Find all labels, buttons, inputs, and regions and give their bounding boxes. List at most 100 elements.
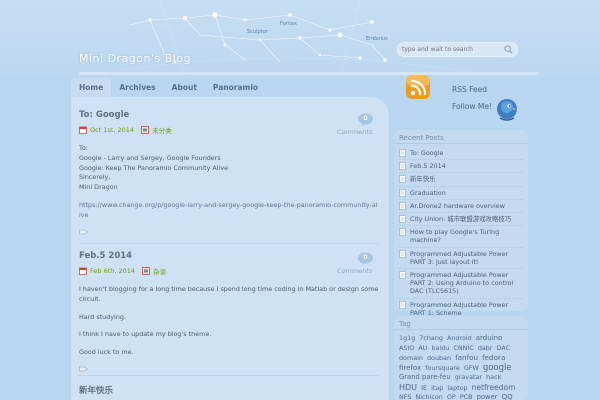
recent-post-link[interactable]: Programmed Adjustable Power PART 3: just…	[410, 250, 523, 266]
comments-link[interactable]: Comments	[337, 128, 372, 136]
recent-post-item[interactable]: Programmed Adjustable Power PART 2: Usin…	[399, 269, 523, 299]
recent-post-link[interactable]: 新年快乐	[410, 175, 436, 183]
post-title[interactable]: To: Google	[79, 110, 379, 120]
tag-link[interactable]: Grand pare-feu	[399, 373, 451, 381]
nav-about[interactable]: About	[164, 78, 205, 97]
recent-post-item[interactable]: Programmed Adjustable Power PART 3: just…	[399, 248, 523, 270]
body-line: Google: Keep The Panoramio Community Ali…	[79, 163, 229, 172]
body-paragraph: Hard studying.	[79, 312, 126, 321]
nav-archives[interactable]: Archives	[111, 78, 163, 97]
blog-title[interactable]: Mini Dragon's Blog	[79, 52, 191, 65]
rss-feed-link[interactable]: RSS Feed	[452, 85, 487, 94]
site-header: Sculptor Fornax Eridanus Mini Dragon's B…	[0, 0, 600, 78]
tag-link[interactable]: google	[483, 363, 512, 373]
recent-post-item[interactable]: Ar.Drone2 hardware overview	[399, 200, 523, 214]
tag-link[interactable]: laptop	[447, 384, 467, 392]
post-title[interactable]: 新年快乐	[79, 384, 379, 396]
tag-link[interactable]: AU	[418, 344, 427, 352]
tag-icon	[79, 366, 88, 372]
document-icon	[399, 228, 406, 237]
tag-link[interactable]: power	[477, 393, 498, 400]
tag-link[interactable]: domain	[399, 354, 423, 362]
search-icon[interactable]	[504, 45, 513, 54]
comments-link[interactable]: Comments	[337, 267, 372, 275]
tag-link[interactable]: fanfou	[455, 353, 478, 362]
svg-text:Sculptor: Sculptor	[247, 29, 269, 35]
tag-link[interactable]: gravatar	[455, 373, 482, 381]
nav-home[interactable]: Home	[71, 78, 112, 97]
svg-text:Eridanus: Eridanus	[366, 36, 388, 42]
tag-link[interactable]: hack	[486, 373, 501, 381]
tag-link[interactable]: DAC	[497, 344, 511, 352]
main-nav: Home Archives About Panoramio	[71, 78, 381, 97]
document-icon	[399, 249, 406, 258]
document-icon	[399, 271, 406, 279]
recent-post-link[interactable]: To: Google	[410, 149, 443, 157]
tag-link[interactable]: 7chang	[419, 334, 443, 342]
tag-link[interactable]: baidu	[432, 344, 450, 352]
search-input[interactable]	[402, 46, 502, 53]
recent-post-link[interactable]: Feb.5 2014	[410, 162, 446, 170]
recent-posts-title: Recent Posts	[394, 130, 528, 144]
recent-post-item[interactable]: 新年快乐	[399, 173, 523, 187]
tag-link[interactable]: douban	[427, 354, 451, 362]
tag-link[interactable]: Nichicon	[415, 393, 442, 400]
comment-count[interactable]: 0	[357, 115, 374, 122]
body-paragraph: I haven't blogging for a long time becau…	[79, 285, 379, 303]
post-meta: Feb 6th, 2014 杂谈	[79, 266, 379, 276]
body-line: Google - Larry and Sergey, Google Founde…	[79, 153, 221, 162]
tag-link[interactable]: HDU	[399, 383, 417, 392]
tag-panel: Tag 1g1g 7chang Android arduino ASIO AU …	[394, 316, 528, 400]
tag-link[interactable]: CNNIC	[453, 344, 473, 352]
tag-link[interactable]: ASIO	[399, 344, 414, 352]
petition-link[interactable]: https://www.change.org/p/google-larry-an…	[79, 201, 377, 219]
constellation-background: Sculptor Fornax Eridanus	[119, 0, 471, 78]
post-title[interactable]: Feb.5 2014	[79, 251, 379, 261]
rss-icon[interactable]	[403, 72, 433, 102]
post-category[interactable]: 未分类	[152, 125, 172, 135]
tag-link[interactable]: dabr	[478, 344, 493, 352]
recent-post-link[interactable]: How to play Google's Turing machine?	[410, 228, 523, 244]
recent-post-item[interactable]: City Union: 城市联盟游戏攻略技巧	[399, 213, 523, 227]
recent-post-item[interactable]: Graduation	[399, 187, 523, 200]
search-box[interactable]	[397, 42, 518, 57]
tag-link[interactable]: NFS	[399, 393, 411, 400]
follow-me-link[interactable]: Follow Me!	[452, 102, 492, 111]
twitter-bird-icon[interactable]	[494, 96, 520, 122]
recent-post-item[interactable]: How to play Google's Turing machine?	[399, 226, 523, 248]
post-category[interactable]: 杂谈	[153, 266, 166, 276]
post-feb-5-2014: Feb.5 2014 Feb 6th, 2014 杂谈 I haven't bl…	[79, 251, 379, 372]
tag-link[interactable]: itap	[431, 384, 443, 392]
body-paragraph: Good luck to me.	[79, 348, 134, 357]
tag-link[interactable]: fedora	[482, 353, 505, 362]
tag-link[interactable]: arduino	[476, 334, 503, 342]
post-to-google: To: Google Oct 1st, 2014 未分类 To: Google …	[79, 110, 379, 235]
post-meta: Oct 1st, 2014 未分类	[79, 125, 379, 135]
recent-post-link[interactable]: Graduation	[410, 189, 446, 197]
recent-post-link[interactable]: Programmed Adjustable Power PART 2: Usin…	[410, 271, 523, 296]
tag-link[interactable]: GFW	[464, 364, 479, 372]
calendar-icon	[79, 126, 87, 134]
calendar-icon	[79, 267, 87, 275]
document-icon	[399, 162, 406, 171]
recent-post-link[interactable]: Programmed Adjustable Power PART 1: Sche…	[410, 301, 523, 317]
post-date: Oct 1st, 2014	[90, 126, 135, 134]
nav-panoramio[interactable]: Panoramio	[205, 78, 266, 97]
recent-post-item[interactable]: To: Google	[399, 147, 523, 161]
tag-link[interactable]: IE	[421, 384, 427, 392]
document-icon	[399, 215, 406, 223]
tag-link[interactable]: OP	[447, 393, 456, 400]
recent-post-link[interactable]: Ar.Drone2 hardware overview	[410, 202, 505, 210]
recent-post-item[interactable]: Feb.5 2014	[399, 160, 523, 174]
tag-link[interactable]: PCB	[460, 393, 473, 400]
main-content: To: Google Oct 1st, 2014 未分类 To: Google …	[71, 97, 389, 400]
tag-link[interactable]: foursquare	[425, 364, 460, 372]
recent-post-link[interactable]: City Union: 城市联盟游戏攻略技巧	[410, 215, 511, 223]
tag-link[interactable]: firefox	[399, 364, 421, 372]
tag-panel-title: Tag	[394, 316, 528, 330]
tag-link[interactable]: 1g1g	[399, 334, 415, 342]
tag-link[interactable]: Android	[447, 334, 472, 342]
comment-count[interactable]: 0	[357, 254, 374, 261]
tag-link[interactable]: netfreedom	[472, 383, 516, 392]
tag-link[interactable]: QQ	[502, 393, 513, 400]
